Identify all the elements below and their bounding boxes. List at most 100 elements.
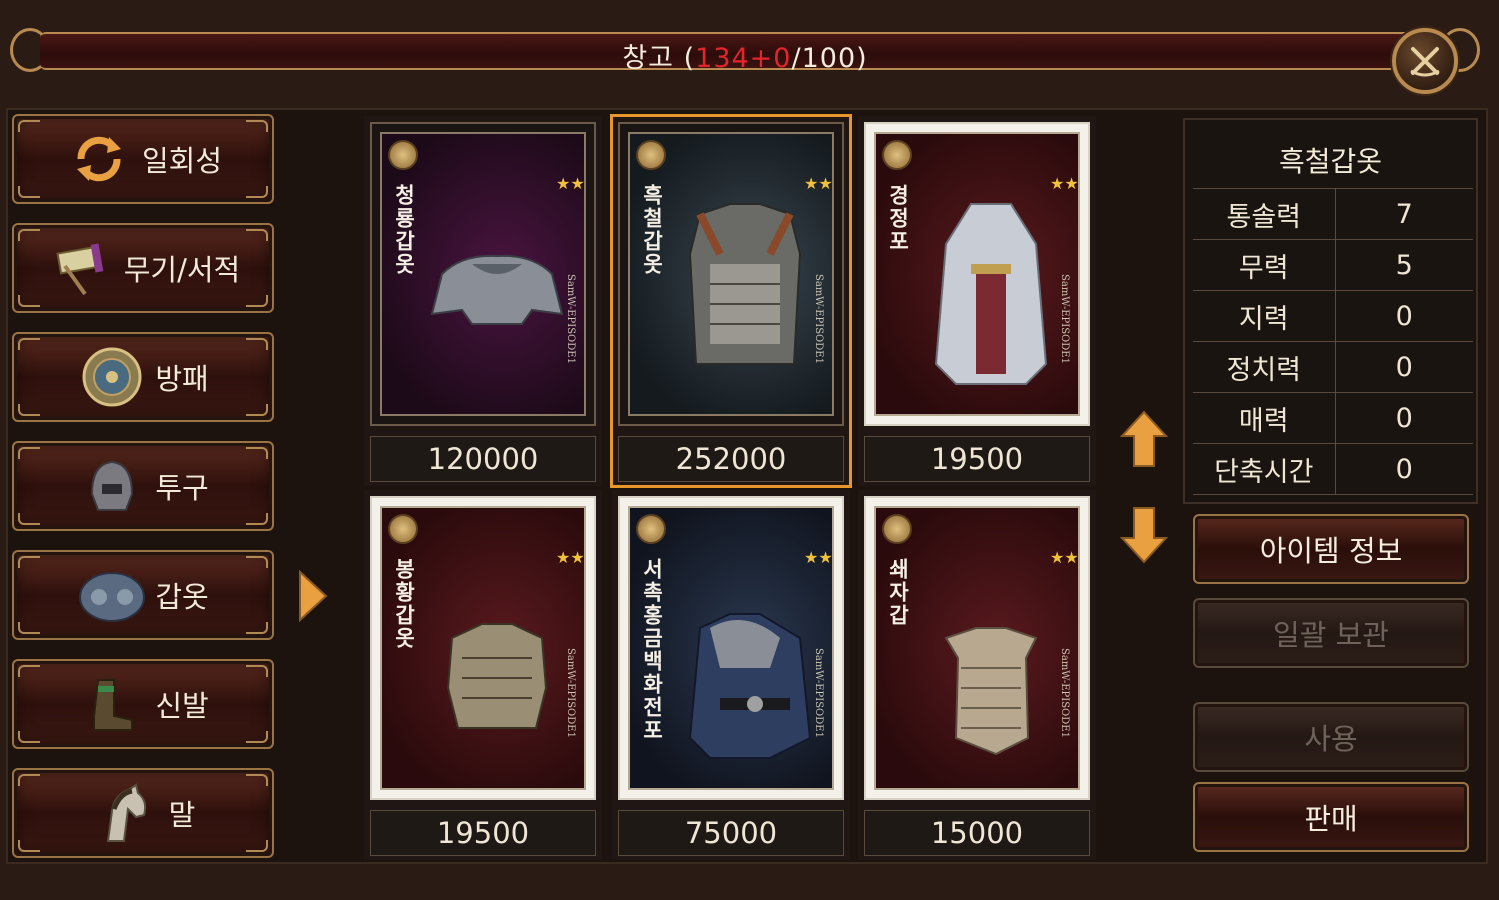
category-horse[interactable]: 말 (12, 768, 274, 858)
item-name: 청룡갑옷 (392, 184, 416, 276)
scroll-down-arrow-icon[interactable] (1120, 506, 1168, 564)
category-boots[interactable]: 신발 (12, 659, 274, 749)
category-label: 투구 (155, 471, 209, 505)
stat-value: 0 (1335, 290, 1473, 342)
category-consumable[interactable]: 일회성 (12, 114, 274, 204)
chainmail-image (944, 627, 1038, 756)
bulk-store-button[interactable]: 일괄 보관 (1193, 598, 1469, 668)
category-weapon-book[interactable]: 무기/서적 (12, 223, 274, 313)
item-name: 경정포 (886, 184, 910, 253)
item-slot[interactable]: 경정포 ★★ SamW-EPISODE1 19500 (858, 116, 1096, 486)
category-label: 일회성 (141, 144, 223, 178)
stat-value: 0 (1335, 341, 1473, 393)
refresh-icon (64, 124, 134, 194)
use-button[interactable]: 사용 (1193, 702, 1469, 772)
item-slot[interactable]: 쇄자갑 ★★ SamW-EPISODE1 15000 (858, 490, 1096, 860)
armor-image (430, 254, 564, 325)
item-price: 15000 (864, 810, 1090, 856)
boots-icon (77, 669, 147, 739)
stat-row: 매력 0 (1193, 392, 1473, 444)
shield-icon (77, 342, 147, 412)
item-price: 19500 (370, 810, 596, 856)
stat-label: 단축시간 (1193, 443, 1336, 495)
scroll-up-arrow-icon[interactable] (1120, 410, 1168, 468)
horse-icon (91, 778, 161, 848)
close-button[interactable] (1392, 28, 1458, 94)
stat-row: 지력 0 (1193, 290, 1473, 342)
stat-label: 매력 (1193, 392, 1336, 444)
stat-value: 5 (1335, 239, 1473, 291)
item-card: 쇄자갑 ★★ SamW-EPISODE1 (864, 496, 1090, 800)
weapon-book-icon (46, 233, 116, 303)
stat-row: 정치력 0 (1193, 341, 1473, 393)
category-label: 무기/서적 (123, 253, 241, 287)
category-label: 갑옷 (155, 580, 209, 614)
helmet-icon (77, 451, 147, 521)
stat-value: 0 (1335, 443, 1473, 495)
storage-count: 134+0 (695, 43, 792, 74)
item-card-art: 경정포 ★★ SamW-EPISODE1 (874, 132, 1080, 416)
item-slot-selected[interactable]: 흑철갑옷 ★★★ SamW-EPISODE1 252000 (610, 114, 852, 488)
grade-medal-icon (636, 140, 666, 170)
expand-arrow-icon[interactable] (298, 570, 328, 622)
item-slot[interactable]: 청룡갑옷 ★★★ SamW-EPISODE1 120000 (364, 116, 602, 486)
item-name: 봉황갑옷 (392, 558, 416, 650)
armor-image (446, 623, 548, 729)
stat-row: 통솔력 7 (1193, 188, 1473, 240)
grade-medal-icon (388, 140, 418, 170)
item-price: 75000 (618, 810, 844, 856)
item-price: 120000 (370, 436, 596, 482)
category-label: 말 (168, 798, 196, 832)
item-card-art: 쇄자갑 ★★ SamW-EPISODE1 (874, 506, 1080, 790)
item-price: 252000 (618, 436, 844, 482)
item-detail-panel: 흑철갑옷 통솔력 7 무력 5 지력 0 정치력 0 매력 0 단축시간 0 (1183, 118, 1478, 504)
item-info-button[interactable]: 아이템 정보 (1193, 514, 1469, 584)
item-card-art: 청룡갑옷 ★★★ SamW-EPISODE1 (380, 132, 586, 416)
grade-medal-icon (882, 514, 912, 544)
sell-button[interactable]: 판매 (1193, 782, 1469, 852)
item-name: 흑철갑옷 (640, 184, 664, 276)
category-helmet[interactable]: 투구 (12, 441, 274, 531)
grade-medal-icon (636, 514, 666, 544)
category-label: 방패 (155, 362, 209, 396)
item-card: 봉황갑옷 ★★ SamW-EPISODE1 (370, 496, 596, 800)
item-card-art: 서촉홍금백화전포 ★★ SamW-EPISODE1 (628, 506, 834, 790)
item-name: 서촉홍금백화전포 (640, 558, 664, 742)
detail-item-name: 흑철갑옷 (1278, 145, 1383, 178)
stat-label: 지력 (1193, 290, 1336, 342)
category-sidebar: 일회성 무기/서적 방패 투구 갑옷 신발 말 (12, 114, 274, 877)
armor-icon (77, 560, 147, 630)
category-armor[interactable]: 갑옷 (12, 550, 274, 640)
item-card-art: 봉황갑옷 ★★ SamW-EPISODE1 (380, 506, 586, 790)
robe-image (688, 613, 812, 759)
stats-table: 통솔력 7 무력 5 지력 0 정치력 0 매력 0 단축시간 0 (1193, 188, 1473, 495)
close-icon (1410, 47, 1440, 77)
item-slot[interactable]: 봉황갑옷 ★★ SamW-EPISODE1 19500 (364, 490, 602, 860)
stat-value: 7 (1335, 188, 1473, 240)
stat-row: 단축시간 0 (1193, 443, 1473, 495)
storage-capacity: /100) (791, 43, 868, 74)
stat-label: 통솔력 (1193, 188, 1336, 240)
item-price: 19500 (864, 436, 1090, 482)
item-card: 서촉홍금백화전포 ★★ SamW-EPISODE1 (618, 496, 844, 800)
item-card: 흑철갑옷 ★★★ SamW-EPISODE1 (618, 122, 844, 426)
item-card: 청룡갑옷 ★★★ SamW-EPISODE1 (370, 122, 596, 426)
armor-image (688, 203, 802, 365)
title-bar: 창고 (134+0/100) (10, 24, 1480, 80)
item-slot[interactable]: 서촉홍금백화전포 ★★ SamW-EPISODE1 75000 (612, 490, 850, 860)
robe-image (934, 203, 1048, 385)
item-card: 경정포 ★★ SamW-EPISODE1 (864, 122, 1090, 426)
item-name: 쇄자갑 (886, 558, 910, 627)
category-label: 신발 (155, 689, 209, 723)
page-title: 창고 (134+0/100) (10, 36, 1480, 75)
category-shield[interactable]: 방패 (12, 332, 274, 422)
title-label: 창고 ( (622, 43, 696, 74)
stat-label: 무력 (1193, 239, 1336, 291)
stat-label: 정치력 (1193, 341, 1336, 393)
grade-medal-icon (388, 514, 418, 544)
item-card-art: 흑철갑옷 ★★★ SamW-EPISODE1 (628, 132, 834, 416)
grade-medal-icon (882, 140, 912, 170)
stat-row: 무력 5 (1193, 239, 1473, 291)
item-grid: 청룡갑옷 ★★★ SamW-EPISODE1 120000 흑철갑옷 ★★★ S… (364, 114, 1102, 860)
stat-value: 0 (1335, 392, 1473, 444)
